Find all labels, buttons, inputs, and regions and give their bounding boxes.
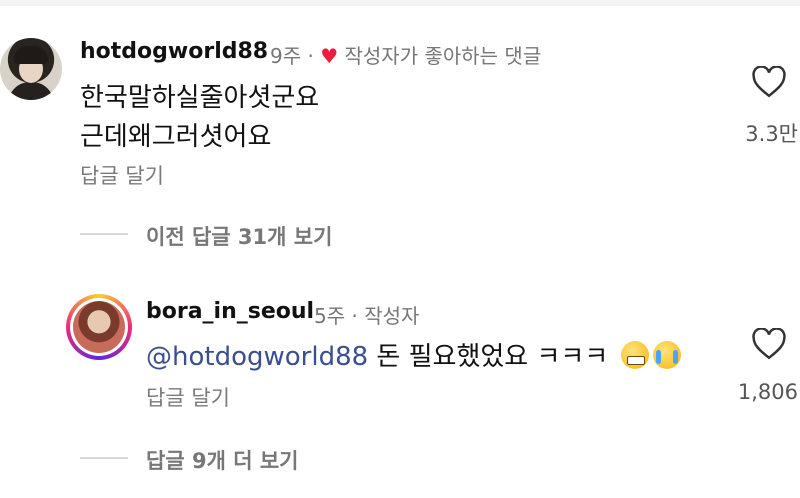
- avatar: [73, 301, 125, 353]
- meta-separator: ·: [307, 44, 314, 68]
- creator-liked-label: 작성자가 좋아하는 댓글: [344, 44, 542, 68]
- crying-face-emoji-icon: [652, 341, 681, 369]
- comment-body: 돈 필요했었요 ㅋㅋㅋ: [368, 342, 617, 372]
- comment-time: 5주: [314, 304, 346, 328]
- comment-time: 9주: [270, 44, 302, 68]
- comment-text-line1: 한국말하실줄아셧군요: [80, 83, 320, 113]
- grinning-face-emoji-icon: [620, 341, 649, 369]
- thread-line: [80, 457, 128, 459]
- mention-link[interactable]: @hotdogworld88: [146, 342, 368, 372]
- avatar[interactable]: [0, 38, 62, 100]
- top-divider: [0, 0, 800, 6]
- like-count: 1,806: [737, 380, 798, 404]
- heart-icon[interactable]: [751, 328, 787, 360]
- comment-username[interactable]: hotdogworld88: [80, 39, 268, 64]
- thread-line: [80, 233, 128, 235]
- comment-text-line2: 근데왜그러셧어요: [80, 122, 272, 152]
- creator-heart-icon: ♥: [320, 44, 339, 68]
- view-previous-replies-button[interactable]: 이전 답글 31개 보기: [146, 221, 332, 251]
- comment-meta: 9주 · ♥ 작성자가 좋아하는 댓글: [270, 40, 541, 69]
- comment-meta: 5주 · 작성자: [314, 300, 419, 329]
- comment-username[interactable]: bora_in_seoul: [146, 299, 314, 324]
- avatar-story-ring[interactable]: [66, 294, 132, 360]
- meta-separator: ·: [351, 304, 358, 328]
- reply-button[interactable]: 답글 달기: [80, 160, 164, 190]
- comment-text: @hotdogworld88 돈 필요했었요 ㅋㅋㅋ: [146, 336, 681, 373]
- heart-icon[interactable]: [751, 66, 787, 98]
- author-badge: 작성자: [364, 304, 420, 328]
- view-more-replies-button[interactable]: 답글 9개 더 보기: [146, 445, 298, 475]
- reply-button[interactable]: 답글 달기: [146, 382, 230, 412]
- like-count: 3.3만: [745, 122, 798, 146]
